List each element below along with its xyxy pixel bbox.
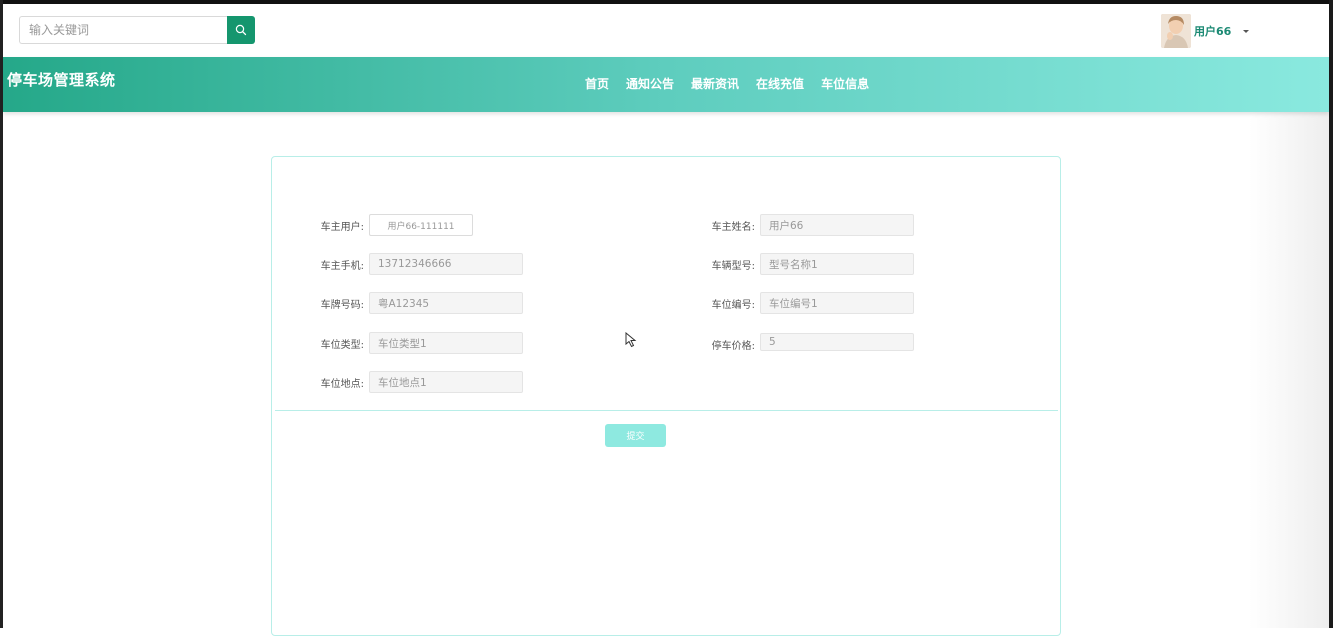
field-label: 车主用户: [320, 222, 364, 233]
search-button[interactable] [227, 16, 255, 44]
parking-price-input[interactable]: 5 [760, 333, 914, 351]
window-right-border [1329, 0, 1333, 628]
space-location-input[interactable]: 车位地点1 [369, 371, 523, 393]
field-label: 车位类型: [320, 340, 364, 351]
submit-button[interactable]: 提交 [605, 424, 666, 447]
username: 用户66 [1194, 25, 1232, 38]
nav-item-news[interactable]: 最新资讯 [691, 75, 739, 92]
nav-item-recharge[interactable]: 在线充值 [756, 75, 804, 92]
field-label: 车位编号: [711, 300, 755, 311]
parking-form-card: 车主用户: 用户66-111111 车主姓名: 用户66 车主手机: 13712… [271, 156, 1061, 636]
field-label: 车主姓名: [711, 222, 755, 233]
field-label: 车主手机: [320, 261, 364, 272]
avatar [1161, 14, 1191, 48]
header-banner: 停车场管理系统 首页 通知公告 最新资讯 在线充值 车位信息 [3, 57, 1329, 112]
field-label: 停车价格: [711, 341, 755, 352]
search-bar [19, 16, 255, 44]
owner-user-input[interactable]: 用户66-111111 [369, 214, 473, 236]
field-label: 车辆型号: [711, 261, 755, 272]
mouse-cursor-icon [625, 332, 637, 348]
chevron-down-icon [1243, 29, 1250, 33]
main-nav: 首页 通知公告 最新资讯 在线充值 车位信息 [585, 75, 886, 92]
window-top-border [0, 0, 1333, 4]
nav-item-notices[interactable]: 通知公告 [626, 75, 674, 92]
user-menu[interactable]: 用户66 [1161, 14, 1250, 48]
owner-name-input[interactable]: 用户66 [760, 214, 914, 236]
field-label: 车牌号码: [320, 300, 364, 311]
space-type-input[interactable]: 车位类型1 [369, 332, 523, 354]
space-number-input[interactable]: 车位编号1 [760, 292, 914, 314]
owner-phone-input[interactable]: 13712346666 [369, 253, 523, 275]
plate-number-input[interactable]: 粤A12345 [369, 292, 523, 314]
site-title: 停车场管理系统 [7, 71, 116, 89]
form-divider [275, 410, 1058, 411]
field-label: 车位地点: [320, 379, 364, 390]
scroll-shadow [1249, 112, 1329, 628]
search-input[interactable] [19, 16, 227, 44]
nav-item-parking-info[interactable]: 车位信息 [821, 75, 869, 92]
search-icon [235, 24, 247, 36]
nav-item-home[interactable]: 首页 [585, 75, 609, 92]
vehicle-model-input[interactable]: 型号名称1 [760, 253, 914, 275]
